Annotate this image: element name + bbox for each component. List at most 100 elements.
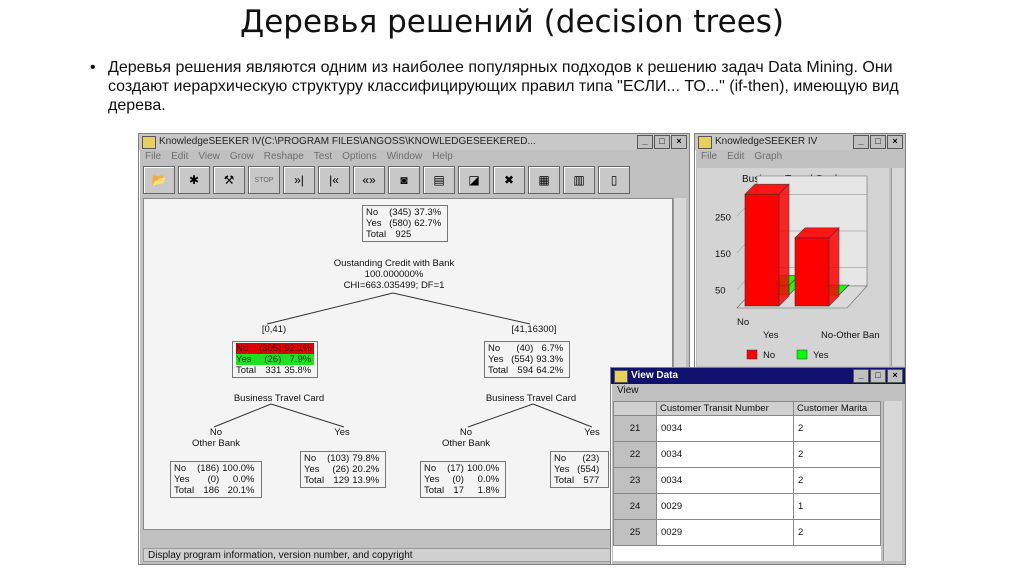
node-cell: Yes — [236, 354, 260, 365]
row-number[interactable]: 23 — [613, 467, 657, 494]
row-number[interactable]: 22 — [613, 441, 657, 468]
graph-minimize-button[interactable]: _ — [853, 135, 869, 149]
slide-title: Деревья решений (decision trees) — [239, 4, 785, 40]
table-cell[interactable]: 0034 — [656, 467, 794, 494]
close-button[interactable]: × — [671, 135, 687, 149]
node-cell: (40) — [516, 343, 534, 354]
chart-depth-label: No-Other Ban — [821, 330, 880, 341]
main-titlebar[interactable]: KnowledgeSEEKER IV(C:\PROGRAM FILES\ANGO… — [139, 134, 689, 150]
main-menu-grow[interactable]: Grow — [230, 150, 254, 164]
main-menu-view[interactable]: View — [198, 150, 220, 164]
table-row[interactable]: 24 0029 1 — [613, 493, 881, 520]
tree-node-ll[interactable]: No (186) 100.0% Yes (0) 0.0% Total 186 20.1% — [170, 461, 262, 498]
main-window: KnowledgeSEEKER IV(C:\PROGRAM FILES\ANGO… — [138, 133, 690, 565]
table-row[interactable]: 23 0034 2 — [613, 467, 881, 494]
table-cell[interactable]: 0029 — [656, 493, 794, 520]
delete-icon[interactable]: ✖ — [493, 166, 525, 194]
main-menu-window[interactable]: Window — [387, 150, 423, 164]
node-row: Yes (0) 0.0% — [424, 474, 502, 485]
column-header[interactable]: Customer Marita — [793, 401, 881, 416]
main-menu-test[interactable]: Test — [314, 150, 332, 164]
right-branch-range: [41,16300] — [511, 324, 557, 335]
node-row: Yes (26) 20.2% — [304, 464, 382, 475]
vd-menu-view[interactable]: View — [617, 384, 639, 398]
stop-icon[interactable]: STOP — [248, 166, 280, 194]
main-menu-reshape[interactable]: Reshape — [264, 150, 304, 164]
node-row: Yes (26) 7.9% — [236, 354, 315, 365]
view-data-scrollbar[interactable] — [883, 401, 902, 561]
tree-node-rl[interactable]: No (17) 100.0% Yes (0) 0.0% Total 17 1.8% — [420, 461, 507, 498]
table-cell[interactable]: 0034 — [656, 441, 794, 468]
node-cell: No — [366, 207, 379, 218]
graph-close-button[interactable]: × — [887, 135, 903, 149]
view-data-titlebar[interactable]: View Data _ □ × — [611, 368, 905, 384]
graph-menu-edit[interactable]: Edit — [727, 150, 744, 164]
main-menu-edit[interactable]: Edit — [171, 150, 188, 164]
table-cell[interactable]: 1 — [793, 493, 881, 520]
grow-icon[interactable]: ✱ — [178, 166, 210, 194]
vd-close-button[interactable]: × — [887, 369, 903, 383]
table-row[interactable]: 25 0029 2 — [613, 519, 881, 546]
main-menu-file[interactable]: File — [145, 150, 161, 164]
node-row: No (305) 92.1% — [236, 343, 315, 354]
chart-bar-side — [778, 183, 790, 307]
table-cell[interactable]: 2 — [793, 519, 881, 546]
tree-node-right[interactable]: No (40) 6.7% Yes (554) 93.3% Total 594 64.2% — [484, 341, 571, 378]
graph-menu-graph[interactable]: Graph — [754, 150, 782, 164]
tree-node-root[interactable]: No (345) 37.3% Yes (580) 62.7% Total 925 — [362, 205, 449, 242]
vd-minimize-button[interactable]: _ — [853, 369, 869, 383]
column-header[interactable]: Customer Transit Number — [656, 401, 794, 416]
node-cell: (0) — [207, 474, 220, 485]
node-cell: 7.9% — [284, 354, 315, 365]
graph-menubar: File Edit Graph — [695, 150, 905, 164]
node-cell: 20.2% — [352, 464, 380, 475]
table-cell[interactable]: 0029 — [656, 519, 794, 546]
table-cell[interactable]: 2 — [793, 441, 881, 468]
graph-menu-file[interactable]: File — [701, 150, 717, 164]
next-icon[interactable]: »| — [283, 166, 315, 194]
graph-vertical-scrollbar[interactable] — [891, 168, 904, 366]
reshape-icon[interactable]: ⚒ — [213, 166, 245, 194]
binoculars-icon[interactable]: ◙ — [388, 166, 420, 194]
column-header[interactable] — [613, 401, 657, 416]
node-cell: Total — [304, 475, 325, 486]
vd-maximize-button[interactable]: □ — [870, 369, 886, 383]
node-cell: 79.8% — [352, 453, 380, 464]
node-cell: (26) — [332, 464, 350, 475]
node-cell: 129 — [333, 475, 350, 486]
expand-icon[interactable]: «» — [353, 166, 385, 194]
node-cell: 17 — [453, 485, 464, 496]
tree-canvas[interactable]: No (345) 37.3% Yes (580) 62.7% Total 925 Oustan… — [143, 198, 673, 530]
row-number[interactable]: 21 — [613, 415, 657, 442]
graph-titlebar[interactable]: KnowledgeSEEKER IV _ □ × — [695, 134, 905, 150]
form-icon[interactable]: ▤ — [423, 166, 455, 194]
tree-node-rr[interactable]: No (23) Yes (554) Total 577 — [550, 451, 610, 488]
main-menu-help[interactable]: Help — [432, 150, 453, 164]
door-icon[interactable]: ▯ — [598, 166, 630, 194]
graph-maximize-button[interactable]: □ — [870, 135, 886, 149]
tree-icon[interactable]: ▦ — [528, 166, 560, 194]
previous-icon[interactable]: |« — [318, 166, 350, 194]
table-cell[interactable]: 2 — [793, 467, 881, 494]
table-cell[interactable]: 2 — [793, 415, 881, 442]
status-bar: Display program information, version num… — [143, 548, 671, 562]
node-row: No (17) 100.0% — [424, 463, 502, 474]
node-cell: 37.3% — [414, 207, 442, 218]
tree-node-left[interactable]: No (305) 92.1% Yes (26) 7.9% Total 331 35.8% — [232, 341, 319, 378]
table-row[interactable]: 22 0034 2 — [613, 441, 881, 468]
node-cell: (26) — [259, 354, 285, 365]
minimize-button[interactable]: _ — [637, 135, 653, 149]
maximize-button[interactable]: □ — [654, 135, 670, 149]
main-menu-options[interactable]: Options — [342, 150, 376, 164]
table-row[interactable]: 21 0034 2 — [613, 415, 881, 442]
row-number[interactable]: 24 — [613, 493, 657, 520]
table-cell[interactable]: 0034 — [656, 415, 794, 442]
split-icon[interactable]: ▥ — [563, 166, 595, 194]
open-folder-icon[interactable]: 📂 — [143, 166, 175, 194]
rr-branch-label: Yes — [584, 427, 600, 438]
node-cell: Yes — [174, 474, 190, 485]
row-number[interactable]: 25 — [613, 519, 657, 546]
chart-icon[interactable]: ◪ — [458, 166, 490, 194]
tree-node-lr[interactable]: No (103) 79.8% Yes (26) 20.2% Total 129 13.9% — [300, 451, 387, 488]
graph-window: KnowledgeSEEKER IV _ □ × FileEditGraph B… — [694, 133, 906, 371]
